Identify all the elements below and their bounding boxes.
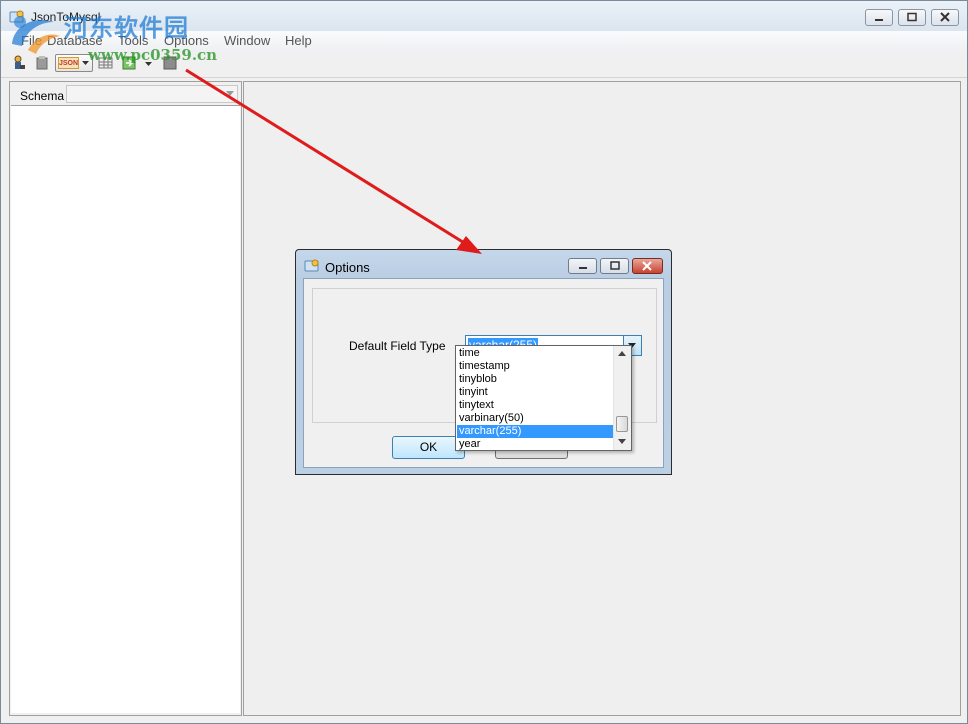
schema-select[interactable] <box>66 85 238 103</box>
scroll-up-icon[interactable] <box>618 351 626 356</box>
dialog-close-button[interactable] <box>632 258 663 274</box>
watermark-text: 河东软件园 <box>64 14 189 42</box>
minimize-icon <box>579 267 587 269</box>
schema-panel: Schema <box>9 81 242 716</box>
field-type-dropdown-list[interactable]: time timestamp tinyblob tinyint tinytext… <box>455 345 632 451</box>
maximize-icon <box>907 12 917 22</box>
dialog-title: Options <box>325 260 370 275</box>
dialog-minimize-button[interactable] <box>568 258 597 274</box>
chevron-down-icon <box>226 91 234 96</box>
menu-help[interactable]: Help <box>283 33 314 48</box>
default-field-type-label: Default Field Type <box>349 339 446 353</box>
minimize-button[interactable] <box>865 9 893 26</box>
scrollbar-thumb[interactable] <box>616 416 628 432</box>
maximize-button[interactable] <box>898 9 926 26</box>
list-item[interactable]: tinyblob <box>457 373 614 386</box>
watermark-logo-icon <box>12 16 60 54</box>
list-item[interactable]: timestamp <box>457 360 614 373</box>
scroll-down-icon[interactable] <box>618 439 626 444</box>
maximize-icon <box>610 261 620 270</box>
dropdown-scrollbar[interactable] <box>613 346 631 450</box>
close-icon <box>642 261 652 271</box>
dialog-icon <box>304 259 319 272</box>
watermark: 河东软件园 www.pc0359.cn <box>0 0 217 75</box>
list-item[interactable]: time <box>457 347 614 360</box>
list-item[interactable]: tinyint <box>457 386 614 399</box>
menu-window[interactable]: Window <box>222 33 272 48</box>
list-item-selected[interactable]: varchar(255) <box>457 425 614 438</box>
dialog-maximize-button[interactable] <box>600 258 629 274</box>
list-item[interactable]: varbinary(50) <box>457 412 614 425</box>
close-icon <box>940 12 950 22</box>
minimize-icon <box>875 19 883 21</box>
list-item[interactable]: tinytext <box>457 399 614 412</box>
watermark-url: www.pc0359.cn <box>88 46 218 64</box>
list-item[interactable]: year <box>457 438 614 451</box>
schema-label: Schema <box>20 89 65 103</box>
schema-tree[interactable] <box>11 105 240 713</box>
close-button[interactable] <box>931 9 959 26</box>
